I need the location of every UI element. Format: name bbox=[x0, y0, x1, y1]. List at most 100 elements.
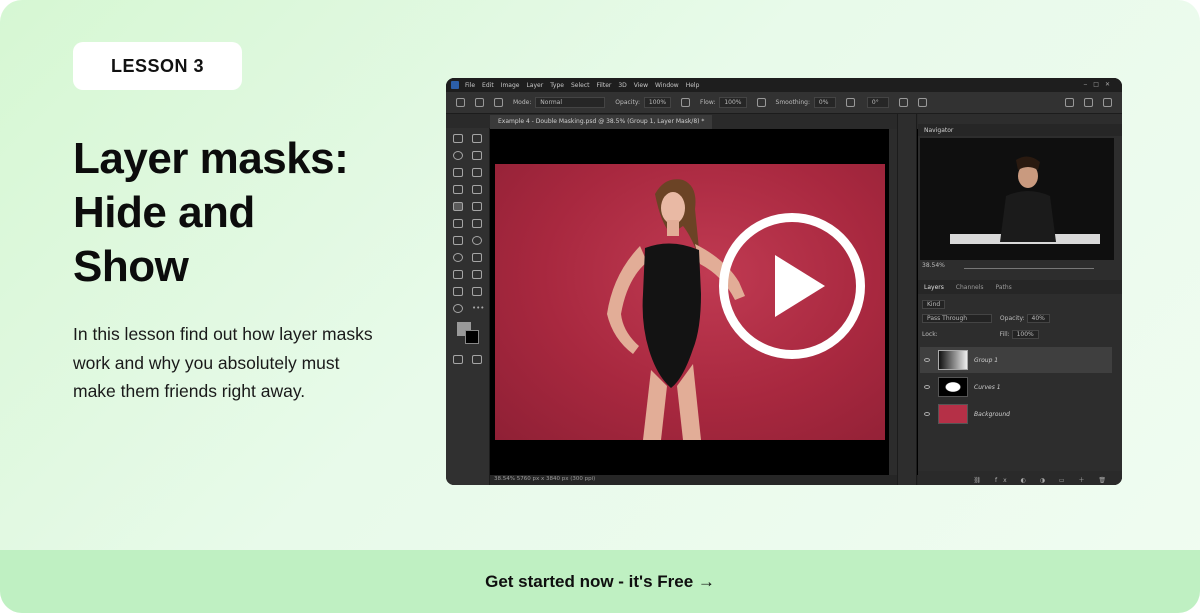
gear-icon bbox=[845, 98, 855, 107]
lesson-badge: LESSON 3 bbox=[73, 42, 242, 90]
get-started-link[interactable]: Get started now - it's Free → bbox=[485, 572, 715, 592]
layer-filter-row: Kind bbox=[922, 300, 1118, 312]
home-icon bbox=[456, 98, 465, 107]
quick-mask-icon bbox=[453, 355, 463, 364]
kind-filter: Kind bbox=[922, 300, 946, 309]
opacity-value: 40% bbox=[1026, 314, 1050, 323]
lock-row: Lock: Fill: 100% bbox=[922, 330, 1118, 342]
path-select-icon bbox=[472, 270, 482, 279]
layer-row: Background bbox=[920, 401, 1112, 427]
symmetry-icon bbox=[917, 98, 927, 107]
layer-name: Group 1 bbox=[974, 356, 999, 364]
menu-item: 3D bbox=[618, 81, 627, 89]
patch-tool-icon bbox=[472, 185, 482, 194]
tab-channels: Channels bbox=[955, 284, 984, 291]
crop-tool-icon bbox=[453, 168, 463, 177]
ps-document-tabbar: Example 4 - Double Masking.psd @ 38.5% (… bbox=[490, 115, 935, 129]
navigator-header: Navigator bbox=[918, 124, 1122, 136]
curves-mask-thumbnail bbox=[938, 377, 968, 397]
video-preview[interactable]: File Edit Image Layer Type Select Filter… bbox=[446, 78, 1122, 485]
menu-item: Type bbox=[550, 81, 564, 89]
menu-item: Help bbox=[685, 81, 700, 89]
navigator-photo bbox=[920, 138, 1114, 260]
opacity-option: Opacity: 100% bbox=[615, 97, 672, 108]
background-thumbnail bbox=[938, 404, 968, 424]
eye-icon bbox=[924, 358, 930, 362]
cta-bar: Get started now - it's Free → bbox=[0, 550, 1200, 613]
brush-icon bbox=[475, 98, 484, 107]
layer-row: Group 1 bbox=[920, 347, 1112, 373]
tab-paths: Paths bbox=[995, 284, 1012, 291]
lesson-description: In this lesson find out how layer masks … bbox=[73, 324, 373, 401]
menu-item: Filter bbox=[596, 81, 612, 89]
share-icon bbox=[1103, 98, 1112, 107]
title-line-2: Hide and bbox=[73, 188, 255, 237]
frame-tool-icon bbox=[472, 168, 482, 177]
blend-row: Pass Through Opacity: 40% bbox=[922, 314, 1118, 326]
brush-preset-icon bbox=[494, 98, 503, 107]
blend-mode-select: Pass Through bbox=[922, 314, 992, 323]
lasso-tool-icon bbox=[453, 151, 463, 160]
menu-item: Layer bbox=[526, 81, 544, 89]
eye-icon bbox=[924, 412, 930, 416]
canvas-scrollbar bbox=[889, 129, 897, 475]
shape-tool-icon bbox=[453, 287, 463, 296]
navigator-zoom-row: 38.54% bbox=[922, 262, 1118, 274]
eraser-icon bbox=[472, 219, 482, 228]
layers-panel-tabs: Layers Channels Paths bbox=[918, 280, 1122, 294]
layer-row: Curves 1 bbox=[920, 374, 1112, 400]
ps-canvas bbox=[490, 129, 933, 475]
zoom-tool-icon bbox=[453, 304, 463, 313]
lesson-card: LESSON 3 Layer masks: Hide and Show In t… bbox=[0, 0, 1200, 613]
pressure-icon bbox=[681, 98, 691, 107]
mode-option: Mode: Normal bbox=[513, 97, 606, 108]
ps-status-bar: 38.54% 5760 px x 3840 px (300 ppi) bbox=[490, 475, 933, 485]
tab-layers: Layers bbox=[924, 284, 944, 291]
angle-option: 0° bbox=[865, 97, 889, 108]
dodge-icon bbox=[453, 253, 463, 262]
blur-icon bbox=[472, 236, 482, 245]
more-tools-icon: ••• bbox=[472, 304, 485, 312]
menu-item: Edit bbox=[482, 81, 494, 89]
menu-item: Select bbox=[570, 81, 590, 89]
gradient-icon bbox=[453, 236, 463, 245]
opacity-label: Opacity: bbox=[999, 315, 1025, 322]
layer-name: Curves 1 bbox=[974, 383, 1001, 391]
navigator-zoom-value: 38.54% bbox=[922, 262, 945, 269]
brush-tool-icon bbox=[453, 202, 463, 211]
stamp-tool-icon bbox=[472, 202, 482, 211]
ps-options-bar: Mode: Normal Opacity: 100% Flow: 100% Sm… bbox=[446, 92, 1122, 114]
eye-icon bbox=[924, 385, 930, 389]
play-button[interactable] bbox=[719, 213, 865, 359]
navigator-thumbnail bbox=[920, 138, 1114, 260]
layer-mask-thumbnail bbox=[938, 350, 968, 370]
menu-item: Window bbox=[655, 81, 679, 89]
title-line-1: Layer masks: bbox=[73, 134, 349, 183]
eyedropper-icon bbox=[453, 185, 463, 194]
fill-label: Fill: bbox=[999, 331, 1010, 338]
fill-value: 100% bbox=[1011, 330, 1039, 339]
marquee-tool-icon bbox=[472, 134, 482, 143]
search-icon bbox=[1065, 98, 1074, 107]
quick-select-icon bbox=[472, 151, 482, 160]
screen-mode-icon bbox=[472, 355, 482, 364]
navigator-zoom-slider bbox=[964, 268, 1094, 269]
photoshop-logo-icon bbox=[451, 81, 459, 89]
background-color-swatch bbox=[465, 330, 479, 344]
menu-item: View bbox=[633, 81, 649, 89]
ps-menubar: File Edit Image Layer Type Select Filter… bbox=[446, 78, 1122, 92]
layer-name: Background bbox=[974, 410, 1010, 418]
title-line-3: Show bbox=[73, 242, 189, 291]
pressure-size-icon bbox=[898, 98, 908, 107]
type-tool-icon bbox=[453, 270, 463, 279]
airbrush-icon bbox=[756, 98, 766, 107]
ps-toolbar: ••• bbox=[446, 128, 490, 485]
menu-item: File bbox=[465, 81, 476, 89]
flow-option: Flow: 100% bbox=[700, 97, 747, 108]
history-brush-icon bbox=[453, 219, 463, 228]
ps-panel-strip bbox=[897, 114, 917, 485]
layers-panel-footer-icons: ⛓ fx ◐ ◑ ▭ ＋ 🗑 bbox=[918, 471, 1122, 485]
lesson-title: Layer masks: Hide and Show bbox=[73, 132, 403, 294]
ps-right-panels: Navigator 38.54% Layers Channels Paths K… bbox=[918, 114, 1122, 485]
lock-label: Lock: bbox=[922, 331, 938, 338]
